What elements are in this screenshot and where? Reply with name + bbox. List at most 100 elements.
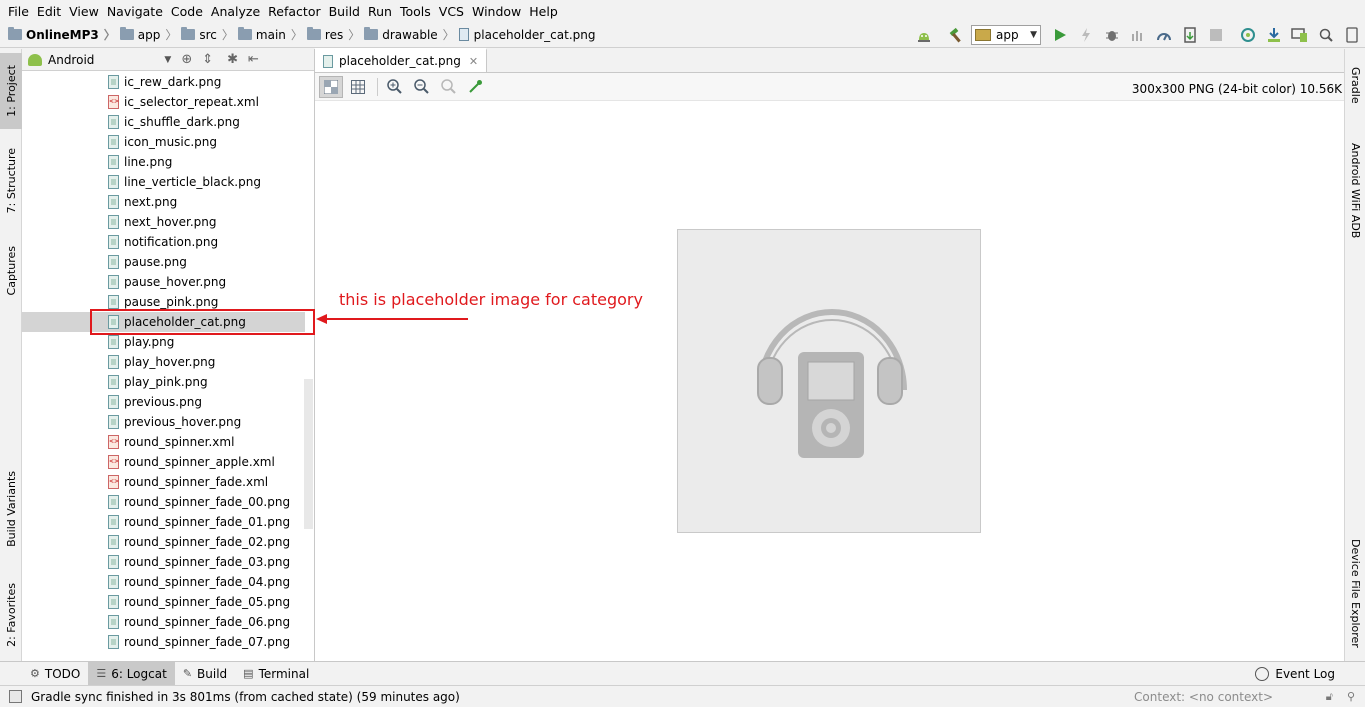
tab-favorites[interactable]: 2: Favorites <box>0 571 22 659</box>
file-tree-item[interactable]: previous_hover.png <box>22 412 305 432</box>
close-icon[interactable]: ✕ <box>469 55 478 68</box>
tab-terminal[interactable]: ▤ Terminal <box>235 662 317 686</box>
menu-tools[interactable]: Tools <box>396 4 435 19</box>
file-tree-item[interactable]: play_pink.png <box>22 372 305 392</box>
tab-project[interactable]: 1: Project <box>0 53 22 129</box>
instant-run-icon[interactable] <box>1073 24 1099 46</box>
tab-android-wifi-adb[interactable]: Android WiFi ADB <box>1345 135 1365 247</box>
file-tree-item[interactable]: ic_shuffle_dark.png <box>22 112 305 132</box>
run-config-select[interactable]: app ▼ <box>971 25 1041 45</box>
apply-changes-icon[interactable] <box>1177 24 1203 46</box>
breadcrumb-label: res <box>324 27 344 42</box>
tab-logcat[interactable]: ☰ 6: Logcat <box>88 661 175 686</box>
file-tree-item[interactable]: round_spinner_fade.xml <box>22 472 305 492</box>
grid-icon[interactable] <box>346 76 370 98</box>
hammer-build-icon[interactable] <box>943 24 969 46</box>
file-tree-item[interactable]: ic_rew_dark.png <box>22 72 305 92</box>
tab-captures[interactable]: Captures <box>0 237 22 305</box>
file-tree-item[interactable]: round_spinner_fade_03.png <box>22 552 305 572</box>
breadcrumb-item[interactable]: src 〉 <box>181 26 234 43</box>
menu-refactor[interactable]: Refactor <box>264 4 324 19</box>
android-monitor-icon[interactable] <box>911 24 937 46</box>
tab-placeholder-cat[interactable]: placeholder_cat.png ✕ <box>315 48 488 72</box>
chessboard-icon[interactable] <box>319 75 343 98</box>
search-everywhere-icon[interactable] <box>1313 24 1339 46</box>
hide-panel-icon[interactable]: ⇤ <box>248 52 259 67</box>
folder-icon <box>237 27 252 40</box>
file-tree-item[interactable]: round_spinner_fade_07.png <box>22 632 305 652</box>
scrollbar[interactable] <box>304 379 313 529</box>
file-tree-item[interactable]: round_spinner_fade_05.png <box>22 592 305 612</box>
menu-view[interactable]: View <box>65 4 103 19</box>
zoom-out-icon[interactable] <box>409 76 433 98</box>
file-tree-item[interactable]: line_verticle_black.png <box>22 172 305 192</box>
tab-todo[interactable]: ⚙ TODO <box>22 662 88 686</box>
file-tree-item[interactable]: round_spinner_fade_06.png <box>22 612 305 632</box>
tab-build-variants[interactable]: Build Variants <box>0 459 22 559</box>
project-view-mode[interactable]: Android <box>48 53 94 67</box>
breadcrumb-item[interactable]: placeholder_cat.png <box>458 28 595 42</box>
menu-window[interactable]: Window <box>468 4 525 19</box>
file-name: round_spinner_fade.xml <box>124 475 269 489</box>
menu-analyze[interactable]: Analyze <box>207 4 264 19</box>
menu-code[interactable]: Code <box>167 4 207 19</box>
actual-size-icon[interactable] <box>436 76 460 98</box>
sync-gradle-icon[interactable] <box>1235 24 1261 46</box>
breadcrumb-item[interactable]: OnlineMP3 〉 <box>8 26 116 43</box>
zoom-in-icon[interactable] <box>382 76 406 98</box>
debug-icon[interactable] <box>1099 24 1125 46</box>
file-tree-item[interactable]: play_hover.png <box>22 352 305 372</box>
breadcrumb-item[interactable]: app 〉 <box>119 26 177 43</box>
file-tree-item[interactable]: round_spinner_fade_00.png <box>22 492 305 512</box>
sdk-manager-icon[interactable] <box>1261 24 1287 46</box>
file-tree-item[interactable]: next_hover.png <box>22 212 305 232</box>
menu-navigate[interactable]: Navigate <box>103 4 167 19</box>
event-log-button[interactable]: Event Log <box>1255 662 1335 686</box>
avd-manager-icon[interactable] <box>1287 24 1313 46</box>
file-tree-item[interactable]: notification.png <box>22 232 305 252</box>
chevron-right-icon: 〉 <box>290 28 303 42</box>
run-icon[interactable] <box>1047 24 1073 46</box>
color-picker-icon[interactable] <box>463 76 487 98</box>
menu-build[interactable]: Build <box>325 4 364 19</box>
device-icon[interactable] <box>1339 24 1365 46</box>
scroll-from-source-icon[interactable]: ⊕ <box>181 52 192 67</box>
breadcrumb-item[interactable]: drawable 〉 <box>364 26 455 43</box>
menu-help[interactable]: Help <box>525 4 562 19</box>
file-tree-item[interactable]: play.png <box>22 332 305 352</box>
file-tree-item[interactable]: round_spinner_fade_01.png <box>22 512 305 532</box>
menu-edit[interactable]: Edit <box>33 4 65 19</box>
menu-vcs[interactable]: VCS <box>435 4 468 19</box>
file-tree-item[interactable]: next.png <box>22 192 305 212</box>
menu-file[interactable]: File <box>4 4 33 19</box>
breadcrumb-item[interactable]: main 〉 <box>237 26 303 43</box>
tab-build[interactable]: ✎ Build <box>175 662 235 686</box>
attach-debugger-icon[interactable] <box>1125 24 1151 46</box>
tab-device-file-explorer[interactable]: Device File Explorer <box>1345 533 1365 653</box>
collapse-all-icon[interactable]: ⇕ <box>202 52 213 67</box>
tab-gradle[interactable]: Gradle <box>1345 57 1365 113</box>
tab-structure[interactable]: 7: Structure <box>0 141 22 221</box>
file-tree-item[interactable]: pause_hover.png <box>22 272 305 292</box>
profiler-icon[interactable] <box>1151 24 1177 46</box>
stop-icon[interactable] <box>1203 24 1229 46</box>
file-tree-item[interactable]: round_spinner_apple.xml <box>22 452 305 472</box>
toggle-tool-windows-icon[interactable] <box>9 690 22 703</box>
chevron-down-icon[interactable]: ▼ <box>164 55 171 65</box>
breadcrumb-item[interactable]: res 〉 <box>306 26 360 43</box>
file-tree-item[interactable]: round_spinner_fade_02.png <box>22 532 305 552</box>
file-tree-item[interactable]: ic_selector_repeat.xml <box>22 92 305 112</box>
file-tree-item[interactable]: line.png <box>22 152 305 172</box>
folder-icon <box>364 27 379 40</box>
menu-run[interactable]: Run <box>364 4 396 19</box>
file-tree: ic_rew_dark.png ic_selector_repeat.xml ic_… <box>22 72 315 661</box>
file-tree-item[interactable]: round_spinner_fade_04.png <box>22 572 305 592</box>
gear-icon[interactable]: ✱ <box>227 52 238 67</box>
file-tree-item[interactable]: round_spinner.xml <box>22 432 305 452</box>
git-icon[interactable]: ⚲ <box>1347 690 1355 704</box>
lock-icon[interactable]: 🔓︎ <box>1326 690 1333 704</box>
file-tree-item[interactable]: previous.png <box>22 392 305 412</box>
file-tree-item[interactable]: icon_music.png <box>22 132 305 152</box>
png-file-icon <box>458 28 469 41</box>
file-tree-item[interactable]: pause.png <box>22 252 305 272</box>
